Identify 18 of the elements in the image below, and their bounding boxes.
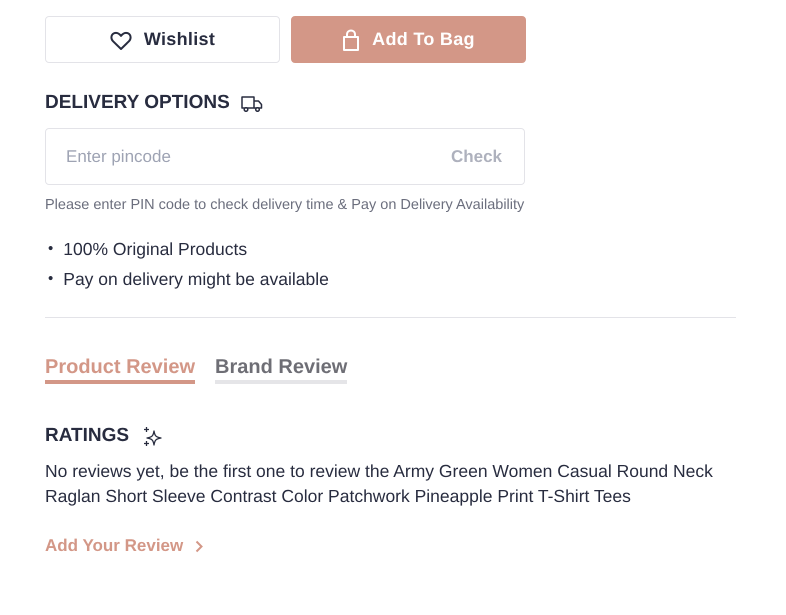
no-reviews-message: No reviews yet, be the first one to review the Army Green Women Casual Round Neck Raglan Short Sleeve Contrast Color Patchwork Pineapple Print T-Shirt Tees <box>45 460 714 508</box>
heart-icon <box>110 30 132 50</box>
delivery-hint: Please enter PIN code to check delivery time & Pay on Delivery Availability <box>45 196 526 215</box>
wishlist-button[interactable]: Wishlist <box>45 16 280 63</box>
feature-text: Pay on delivery might be available <box>63 268 329 291</box>
add-review-link[interactable]: Add Your Review <box>45 535 204 557</box>
truck-icon <box>240 94 263 112</box>
feature-text: 100% Original Products <box>63 238 248 261</box>
review-tab[interactable]: Product Review <box>45 356 196 384</box>
bullet: • <box>48 239 54 259</box>
add-to-bag-button[interactable]: Add To Bag <box>291 16 526 63</box>
shopping-bag-icon <box>342 28 360 50</box>
section-heading: DELIVERY OPTIONS <box>45 91 230 115</box>
chevron-right-icon <box>195 540 204 552</box>
sparkle-icon <box>142 426 164 446</box>
bullet: • <box>48 269 54 289</box>
section-heading: RATINGS <box>45 424 130 448</box>
review-tab[interactable]: Brand Review <box>215 356 348 384</box>
